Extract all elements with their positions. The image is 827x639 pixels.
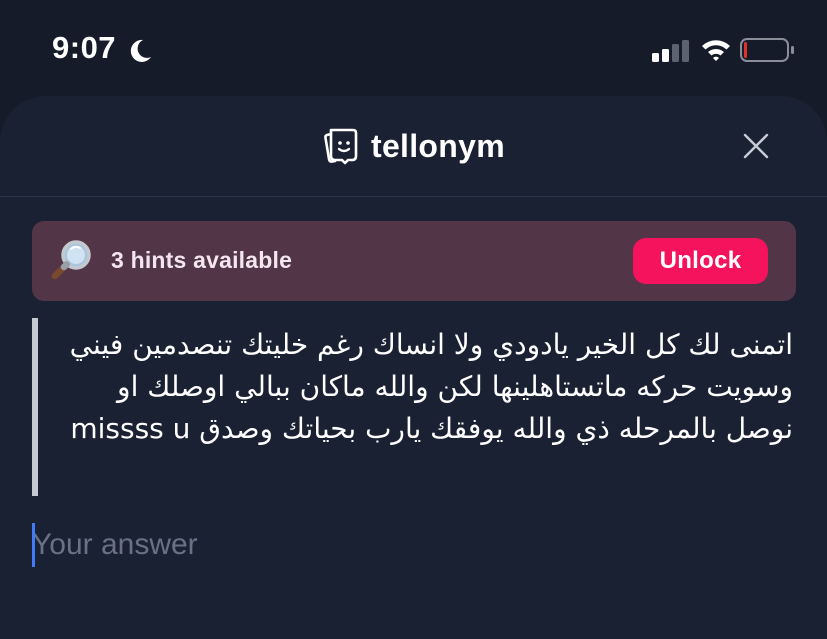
answer-input[interactable] [32, 523, 792, 567]
status-bar: 9:07 [0, 0, 827, 96]
cellular-signal-icon [652, 40, 689, 62]
wifi-icon [702, 40, 730, 61]
question-block: اتمنى لك كل الخير يادودي ولا انساك رغم خ… [32, 318, 797, 496]
hints-banner: 3 hints available Unlock [32, 221, 796, 301]
question-text: اتمنى لك كل الخير يادودي ولا انساك رغم خ… [69, 328, 793, 445]
answer-field-wrapper [32, 523, 797, 567]
quote-bar [32, 318, 38, 496]
sheet-header: tellonym [0, 96, 827, 197]
unlock-button[interactable]: Unlock [633, 238, 768, 284]
moon-icon [130, 39, 151, 62]
battery-low-icon [740, 38, 794, 62]
text-caret [32, 523, 35, 567]
brand: tellonym [323, 126, 505, 166]
close-icon[interactable] [740, 130, 772, 162]
magnifier-icon [51, 240, 91, 280]
hints-text: 3 hints available [111, 247, 293, 273]
screen: 9:07 tellonym 3 hints available Unlock ا… [0, 0, 827, 639]
status-time: 9:07 [52, 30, 117, 65]
brand-name: tellonym [371, 127, 505, 164]
tellonym-sheet: tellonym 3 hints available Unlock اتمنى … [0, 96, 827, 639]
tellonym-logo-icon [324, 128, 358, 165]
